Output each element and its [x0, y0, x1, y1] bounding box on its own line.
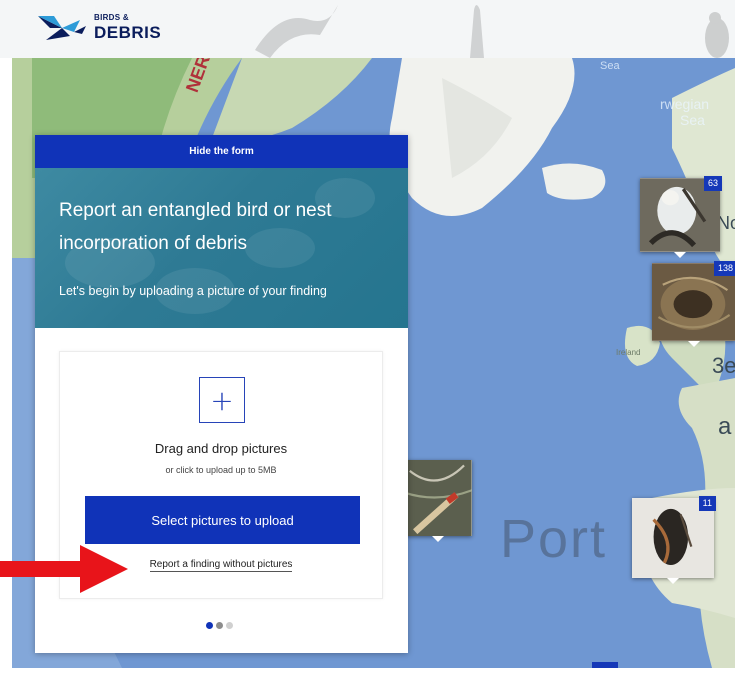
marker-count-badge: 138: [713, 261, 735, 276]
report-without-pictures-link[interactable]: Report a finding without pictures: [149, 559, 293, 572]
map-label: Sea: [600, 60, 620, 72]
dropzone-title: Drag and drop pictures: [154, 441, 288, 456]
logo-small-text: BIRDS &: [94, 12, 129, 22]
red-arrow-icon: [0, 545, 128, 593]
birds-debris-logo-icon: [38, 16, 86, 40]
finding-marker[interactable]: 63: [640, 176, 722, 258]
step-dot[interactable]: [216, 622, 223, 629]
finding-photo: [404, 460, 472, 536]
map-label: 3e: [712, 353, 735, 378]
marker-count-badge: 11: [698, 496, 716, 511]
form-subtitle: Let's begin by uploading a picture of yo…: [59, 284, 327, 298]
page-footer-gap: [0, 668, 735, 682]
site-logo[interactable]: BIRDS & DEBRIS: [36, 12, 161, 42]
bird-silhouette-icon: [470, 5, 484, 58]
step-indicator: [206, 622, 233, 629]
map-label: Port: [500, 509, 608, 569]
bird-silhouette-icon: [255, 5, 338, 58]
map-label: Sea: [680, 112, 705, 128]
finding-marker[interactable]: 11: [632, 496, 716, 584]
marker-count-badge: 63: [703, 176, 722, 191]
add-picture-icon[interactable]: +: [199, 377, 245, 423]
map-label: rwegian: [660, 96, 710, 112]
finding-marker[interactable]: 138: [652, 261, 735, 347]
map-label: Ireland: [616, 348, 641, 357]
form-hero: Report an entangled bird or nest incorpo…: [35, 168, 408, 328]
dropzone-subtitle: or click to upload up to 5MB: [165, 465, 277, 475]
select-pictures-button[interactable]: Select pictures to upload: [85, 496, 360, 544]
hide-form-button[interactable]: Hide the form: [35, 135, 408, 168]
step-dot[interactable]: [226, 622, 233, 629]
finding-marker[interactable]: [404, 460, 472, 542]
step-dot-active[interactable]: [206, 622, 213, 629]
map-label: a: [718, 413, 732, 440]
logo-big-text: DEBRIS: [94, 22, 162, 42]
site-header: BIRDS & DEBRIS: [0, 0, 735, 58]
form-title: Report an entangled bird or nest incorpo…: [59, 200, 332, 254]
bird-silhouette-icon: [705, 12, 729, 58]
